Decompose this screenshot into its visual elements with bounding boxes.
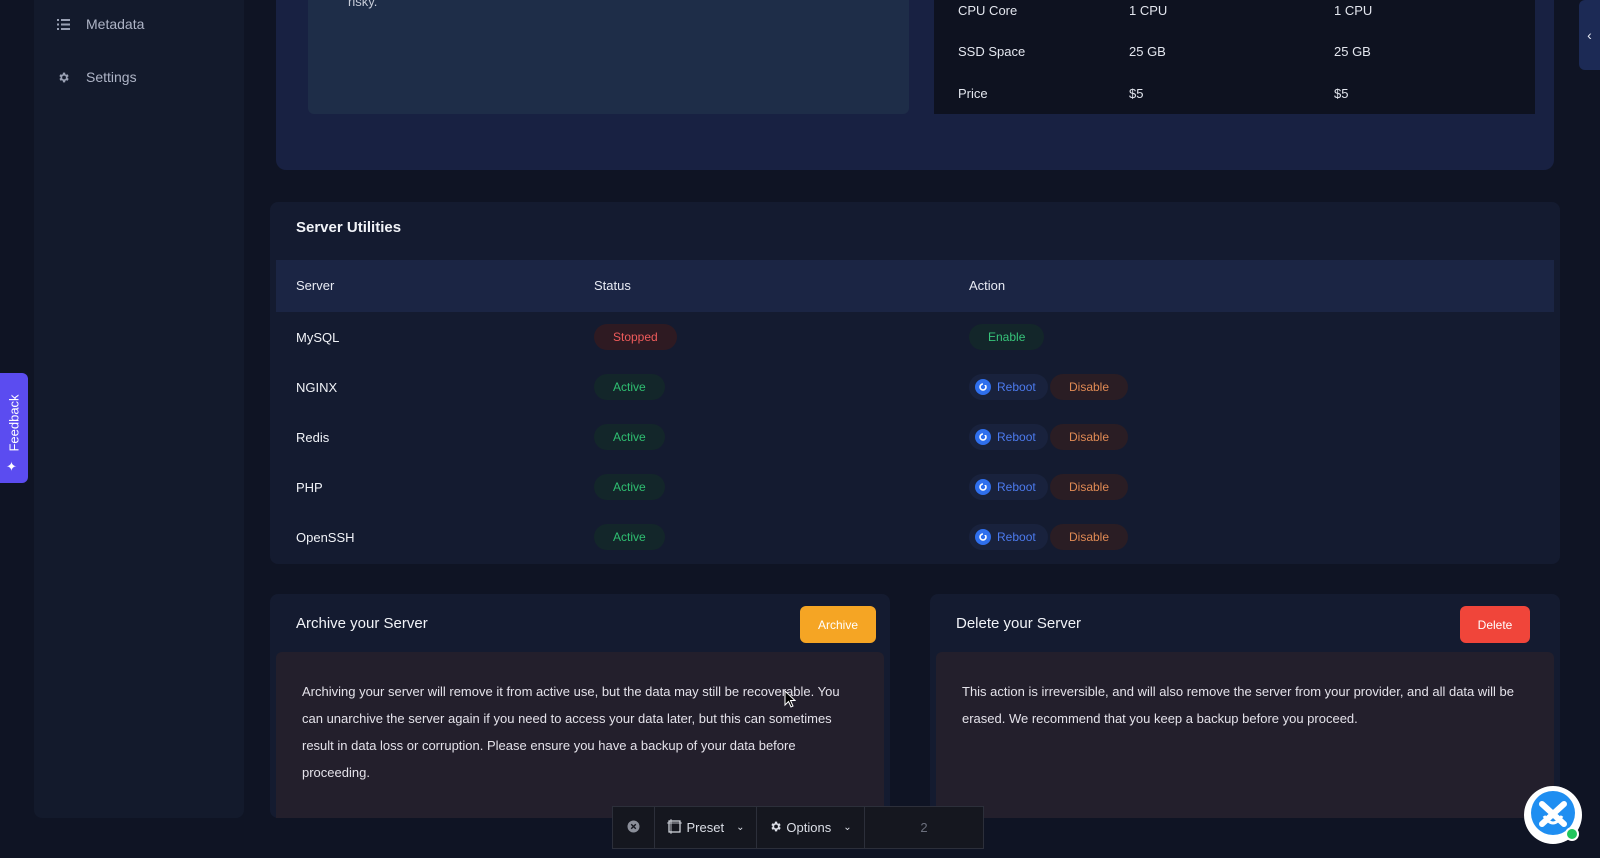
- frame-icon: [666, 818, 682, 837]
- collapse-panel-button[interactable]: ‹: [1579, 0, 1600, 70]
- column-header-server: Server: [296, 278, 335, 293]
- spec-table: CPU Core 1 CPU 1 CPU SSD Space 25 GB 25 …: [934, 0, 1535, 114]
- delete-button[interactable]: Delete: [1460, 606, 1530, 643]
- table-row: PHP Active Reboot Disable: [276, 462, 1554, 512]
- spec-current-value: $5: [1129, 86, 1144, 101]
- spec-row: Price $5 $5: [934, 86, 1535, 106]
- refresh-icon: [975, 479, 991, 495]
- table-row: MySQL Stopped Enable: [276, 312, 1554, 362]
- reboot-label: Reboot: [997, 480, 1036, 494]
- sidebar-item-settings[interactable]: Settings: [56, 69, 137, 85]
- status-badge: Active: [594, 474, 665, 500]
- table-row: Redis Active Reboot Disable: [276, 412, 1554, 462]
- feedback-tab[interactable]: Feedback ✦: [0, 373, 28, 483]
- table-row: NGINX Active Reboot Disable: [276, 362, 1554, 412]
- close-toolbar-button[interactable]: [613, 807, 655, 848]
- options-label: Options: [786, 820, 832, 835]
- spec-row: SSD Space 25 GB 25 GB: [934, 44, 1535, 64]
- preset-label: Preset: [686, 820, 725, 835]
- spec-row: CPU Core 1 CPU 1 CPU: [934, 3, 1535, 23]
- reboot-button[interactable]: Reboot: [969, 374, 1048, 400]
- disable-button[interactable]: Disable: [1050, 374, 1129, 400]
- sidebar: Metadata Settings: [34, 0, 244, 818]
- status-badge: Active: [594, 524, 665, 550]
- spec-current-value: 1 CPU: [1129, 3, 1168, 18]
- gear-icon: [56, 70, 70, 84]
- status-badge: Active: [594, 374, 665, 400]
- list-icon: [56, 17, 70, 31]
- status-badge: Stopped: [594, 324, 677, 350]
- spec-new-value: $5: [1334, 86, 1349, 101]
- column-header-action: Action: [969, 278, 1006, 293]
- refresh-icon: [975, 529, 991, 545]
- delete-server-card: Delete your Server Delete This action is…: [930, 594, 1560, 818]
- reboot-button[interactable]: Reboot: [969, 424, 1048, 450]
- spec-new-value: 1 CPU: [1334, 3, 1373, 18]
- enable-button[interactable]: Enable: [969, 324, 1045, 350]
- card-title: Server Utilities: [296, 219, 402, 236]
- gear-icon: [769, 820, 782, 836]
- refresh-icon: [975, 379, 991, 395]
- chat-widget-button[interactable]: [1524, 786, 1582, 844]
- spec-label: CPU Core: [958, 3, 1018, 18]
- floating-toolbar: Preset ⌄ Options ⌄ 2: [612, 806, 984, 849]
- archive-server-card: Archive your Server Archive Archiving yo…: [270, 594, 890, 818]
- online-status-dot: [1565, 827, 1579, 841]
- server-name: NGINX: [296, 380, 338, 395]
- main-content: risky. CPU Core 1 CPU 1 CPU SSD Space 25…: [270, 0, 1560, 858]
- server-overview-card: risky. CPU Core 1 CPU 1 CPU SSD Space 25…: [276, 0, 1554, 170]
- reboot-label: Reboot: [997, 380, 1036, 394]
- card-title: Archive your Server: [296, 615, 428, 632]
- sparkle-icon: ✦: [6, 459, 17, 474]
- spec-label: Price: [958, 86, 988, 101]
- feedback-label: Feedback: [6, 394, 22, 452]
- options-dropdown[interactable]: Options ⌄: [757, 807, 865, 848]
- preset-dropdown[interactable]: Preset ⌄: [655, 807, 757, 848]
- table-row: OpenSSH Active Reboot Disable: [276, 512, 1554, 562]
- server-name: PHP: [296, 480, 323, 495]
- chevron-left-icon: ‹: [1587, 27, 1592, 43]
- chevron-down-icon: ⌄: [843, 822, 852, 833]
- sidebar-item-label: Settings: [86, 69, 137, 85]
- warning-note: risky.: [308, 0, 909, 114]
- delete-description: This action is irreversible, and will al…: [936, 652, 1554, 818]
- reboot-label: Reboot: [997, 530, 1036, 544]
- close-icon: [627, 820, 640, 836]
- spec-current-value: 25 GB: [1129, 44, 1166, 59]
- card-title: Delete your Server: [956, 615, 1082, 632]
- column-header-status: Status: [594, 278, 631, 293]
- mouse-cursor-icon: [784, 689, 797, 713]
- server-name: OpenSSH: [296, 530, 355, 545]
- server-name: Redis: [296, 430, 330, 445]
- reboot-button[interactable]: Reboot: [969, 524, 1048, 550]
- disable-button[interactable]: Disable: [1050, 474, 1129, 500]
- server-name: MySQL: [296, 330, 340, 345]
- disable-button[interactable]: Disable: [1050, 424, 1129, 450]
- spec-label: SSD Space: [958, 44, 1026, 59]
- count-display: 2: [920, 820, 928, 835]
- archive-description: Archiving your server will remove it fro…: [276, 652, 884, 818]
- refresh-icon: [975, 429, 991, 445]
- warning-note-text: risky.: [348, 0, 378, 9]
- server-utilities-card: Server Utilities Server Status Action My…: [270, 202, 1560, 564]
- spec-new-value: 25 GB: [1334, 44, 1371, 59]
- archive-button[interactable]: Archive: [800, 606, 876, 643]
- disable-button[interactable]: Disable: [1050, 524, 1129, 550]
- sidebar-item-label: Metadata: [86, 16, 145, 32]
- status-badge: Active: [594, 424, 665, 450]
- reboot-button[interactable]: Reboot: [969, 474, 1048, 500]
- chevron-down-icon: ⌄: [736, 822, 745, 833]
- sidebar-item-metadata[interactable]: Metadata: [56, 16, 144, 32]
- reboot-label: Reboot: [997, 430, 1036, 444]
- table-header: Server Status Action: [276, 260, 1554, 312]
